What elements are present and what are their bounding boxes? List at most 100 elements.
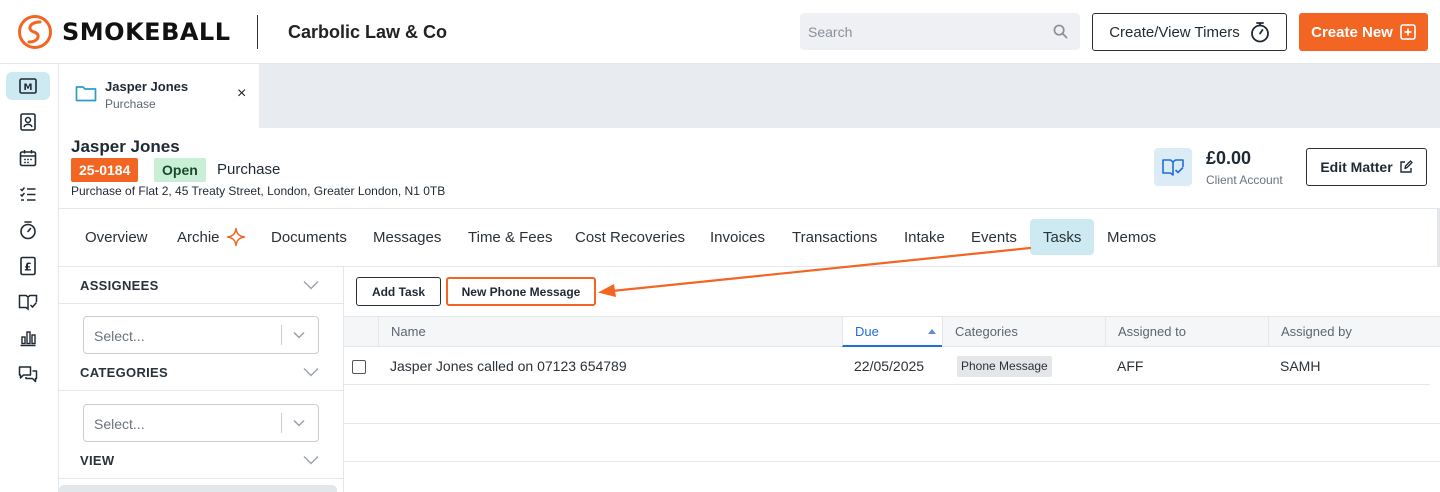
task-assigned-by: SAMH bbox=[1280, 358, 1321, 374]
matter-number-badge: 25-0184 bbox=[71, 158, 139, 182]
client-account-icon-box[interactable] bbox=[1154, 148, 1192, 186]
tab-memos-label: Memos bbox=[1107, 228, 1157, 246]
task-name[interactable]: Jasper Jones called on 07123 654789 bbox=[390, 358, 627, 374]
rail-matters[interactable]: M bbox=[6, 72, 50, 100]
svg-text:M: M bbox=[24, 83, 33, 93]
create-new-label: Create New bbox=[1311, 23, 1393, 41]
billing-icon: £ bbox=[20, 256, 36, 276]
add-task-button[interactable]: Add Task bbox=[356, 277, 441, 306]
sort-ascending-icon bbox=[928, 329, 936, 334]
filter-divider bbox=[59, 303, 344, 304]
rail-reports[interactable] bbox=[6, 324, 50, 352]
table-row-divider bbox=[344, 461, 1440, 462]
new-phone-message-button[interactable]: New Phone Message bbox=[446, 277, 596, 306]
tab-archie-label: Archie bbox=[177, 228, 220, 246]
chevron-down-icon[interactable] bbox=[303, 455, 319, 465]
edit-matter-label: Edit Matter bbox=[1320, 159, 1393, 175]
tab-messages-label: Messages bbox=[373, 228, 442, 246]
matter-tab[interactable]: Jasper Jones Purchase × bbox=[59, 64, 259, 128]
rail-timer[interactable] bbox=[6, 216, 50, 244]
logo-text: SMOKEBALL bbox=[62, 18, 231, 46]
close-icon[interactable]: × bbox=[237, 85, 246, 103]
chevron-down-icon[interactable] bbox=[293, 419, 305, 427]
create-new-button[interactable]: Create New bbox=[1299, 13, 1428, 51]
categories-select[interactable]: Select... bbox=[83, 404, 319, 442]
annotation-arrow bbox=[598, 246, 1032, 297]
select-separator bbox=[281, 325, 282, 345]
matter-client-name: Jasper Jones bbox=[71, 137, 180, 156]
create-view-timers-button[interactable]: Create/View Timers bbox=[1092, 13, 1287, 51]
column-header-name[interactable]: Name bbox=[378, 317, 842, 347]
smokeball-logo[interactable]: SMOKEBALL bbox=[17, 14, 231, 50]
folder-icon bbox=[75, 86, 97, 102]
column-header-assigned-by[interactable]: Assigned by bbox=[1268, 317, 1440, 347]
edit-matter-button[interactable]: Edit Matter bbox=[1306, 148, 1427, 186]
categories-select-placeholder: Select... bbox=[94, 416, 145, 432]
table-row-divider bbox=[344, 423, 1440, 424]
client-account-balance: £0.00 bbox=[1206, 148, 1252, 168]
matters-icon: M bbox=[19, 78, 37, 94]
tab-messages[interactable]: Messages bbox=[360, 219, 454, 255]
column-header-assigned-to-label: Assigned to bbox=[1118, 324, 1186, 339]
rail-contacts[interactable] bbox=[6, 108, 50, 136]
tasks-icon bbox=[19, 187, 36, 201]
assignees-select[interactable]: Select... bbox=[83, 316, 319, 354]
column-header-due[interactable]: Due bbox=[842, 317, 942, 347]
search-icon[interactable] bbox=[1053, 24, 1068, 39]
tab-memos[interactable]: Memos bbox=[1094, 219, 1169, 255]
tab-tasks-label: Tasks bbox=[1043, 228, 1082, 246]
timers-button-label: Create/View Timers bbox=[1109, 23, 1240, 41]
view-heading[interactable]: VIEW bbox=[80, 453, 114, 468]
task-assigned-to: AFF bbox=[1117, 358, 1144, 374]
rail-documents[interactable] bbox=[6, 288, 50, 316]
left-nav-rail: M £ bbox=[0, 64, 59, 492]
column-header-due-label: Due bbox=[855, 324, 879, 339]
column-header-categories-label: Categories bbox=[955, 324, 1018, 339]
row-checkbox[interactable] bbox=[352, 360, 366, 374]
view-option-partial[interactable] bbox=[59, 485, 337, 492]
communicate-icon bbox=[18, 366, 38, 383]
category-badge: Phone Message bbox=[957, 356, 1052, 377]
contacts-icon bbox=[20, 113, 36, 131]
reports-icon bbox=[20, 331, 36, 347]
search-input[interactable] bbox=[800, 13, 1040, 50]
plus-square-icon bbox=[1400, 24, 1416, 40]
tab-archie[interactable]: Archie bbox=[164, 219, 259, 255]
tab-overview-label: Overview bbox=[85, 228, 148, 246]
column-header-categories[interactable]: Categories bbox=[942, 317, 1105, 347]
rail-tasks[interactable] bbox=[6, 180, 50, 208]
tab-time-fees-label: Time & Fees bbox=[468, 228, 553, 246]
assignees-heading[interactable]: ASSIGNEES bbox=[80, 278, 159, 293]
sparkle-icon bbox=[226, 227, 245, 247]
rail-communicate[interactable] bbox=[6, 360, 50, 388]
categories-heading[interactable]: CATEGORIES bbox=[80, 365, 168, 380]
client-account-label: Client Account bbox=[1206, 173, 1283, 187]
calendar-icon bbox=[19, 150, 37, 167]
chevron-down-icon[interactable] bbox=[303, 367, 319, 377]
chevron-down-icon[interactable] bbox=[293, 331, 305, 339]
search-box[interactable] bbox=[800, 13, 1080, 50]
status-badge: Open bbox=[154, 158, 206, 182]
filter-divider bbox=[59, 478, 344, 479]
tab-overview[interactable]: Overview bbox=[72, 219, 161, 255]
column-header-name-label: Name bbox=[391, 324, 426, 339]
firm-name: Carbolic Law & Co bbox=[288, 22, 448, 42]
tab-time-fees[interactable]: Time & Fees bbox=[455, 219, 565, 255]
filter-divider bbox=[59, 390, 344, 391]
task-due-date: 22/05/2025 bbox=[854, 358, 925, 374]
ledger-check-icon bbox=[1162, 159, 1184, 176]
assignees-select-placeholder: Select... bbox=[94, 328, 145, 344]
column-header-assigned-to[interactable]: Assigned to bbox=[1105, 317, 1268, 347]
smokeball-logo-icon bbox=[18, 15, 52, 49]
matter-tab-name: Jasper Jones bbox=[105, 79, 189, 94]
task-table-header: Name Due Categories Assigned to Assigned… bbox=[344, 316, 1440, 347]
chevron-down-icon[interactable] bbox=[303, 280, 319, 290]
column-header-assigned-by-label: Assigned by bbox=[1281, 324, 1352, 339]
edit-icon bbox=[1399, 160, 1413, 173]
top-bar: SMOKEBALL Carbolic Law & Co Create/View … bbox=[0, 0, 1440, 64]
timer-icon bbox=[20, 221, 36, 240]
rail-billing[interactable]: £ bbox=[6, 252, 50, 280]
table-row[interactable]: Jasper Jones called on 07123 654789 22/0… bbox=[344, 347, 1430, 385]
rail-calendar[interactable] bbox=[6, 144, 50, 172]
tab-documents[interactable]: Documents bbox=[258, 219, 360, 255]
